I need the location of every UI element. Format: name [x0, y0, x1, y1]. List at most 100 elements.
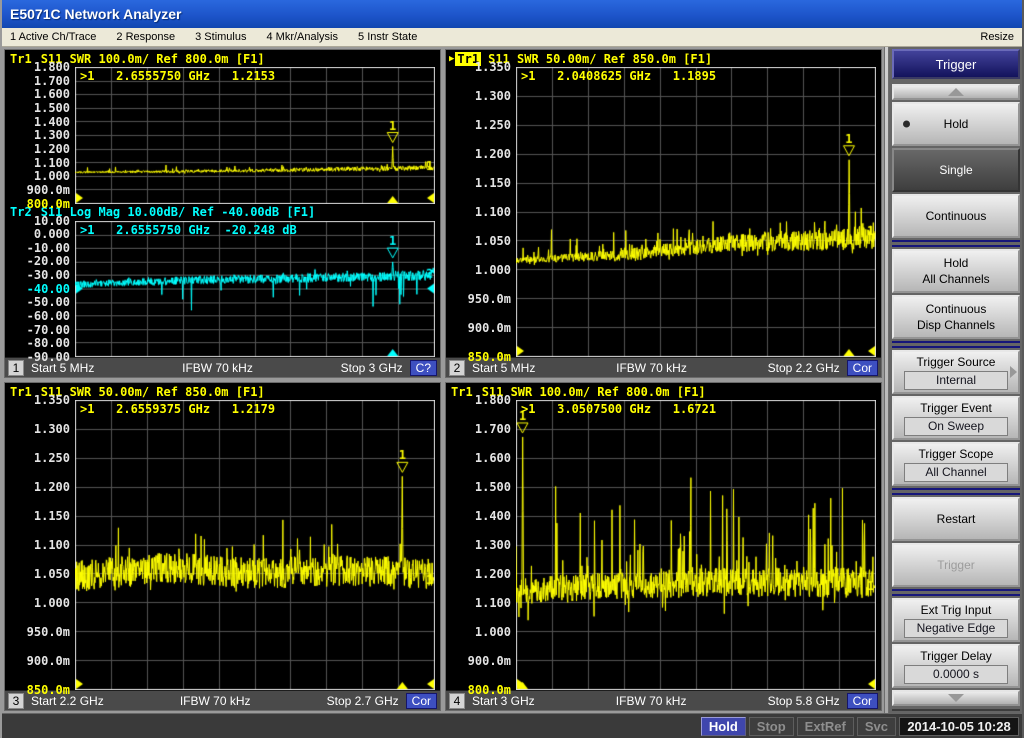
softkey-label: All Channels: [922, 271, 989, 287]
softkey-separator: [892, 341, 1020, 348]
trace-format-label: S11 SWR 100.0m/ Ref 800.0m [F1]: [41, 52, 265, 66]
menu-item-5-instr-state[interactable]: 5 Instr State: [358, 31, 417, 43]
menu-bar: 1 Active Ch/Trace 2 Response 3 Stimulus 4 M…: [2, 28, 1022, 47]
softkey-trigger-event[interactable]: Trigger EventOn Sweep: [892, 396, 1020, 440]
trace-header-tr1: Tr1 S11 SWR 100.0m/ Ref 800.0m [F1]: [5, 50, 440, 67]
softkey-label: Trigger Delay: [920, 648, 992, 664]
marker-readout: >1 2.0408625 GHz 1.1895: [521, 69, 716, 83]
trace-canvas[interactable]: [75, 221, 435, 358]
y-axis-label: 1.100: [34, 156, 70, 170]
trace-format-label: S11 SWR 50.00m/ Ref 850.0m [F1]: [488, 52, 712, 66]
softkey-continuous-disp-channels[interactable]: ContinuousDisp Channels: [892, 295, 1020, 339]
softkey-trigger-scope[interactable]: Trigger ScopeAll Channel: [892, 442, 1020, 486]
softkey-value: Internal: [904, 371, 1008, 390]
channel-status-bar: 3Start 2.2 GHzIFBW 70 kHzStop 2.7 GHzCor: [5, 690, 440, 710]
softkey-trigger: Trigger: [892, 543, 1020, 587]
menu-item-4-mkr-analysis[interactable]: 4 Mkr/Analysis: [266, 31, 338, 43]
y-axis-label: 1.000: [34, 596, 70, 610]
trace-format-label: S11 Log Mag 10.00dB/ Ref -40.00dB [F1]: [41, 205, 316, 219]
softkey-label: Trigger Event: [920, 400, 992, 416]
softkey-trigger-delay[interactable]: Trigger Delay0.0000 s: [892, 644, 1020, 688]
y-axis-label: 1.400: [475, 509, 511, 523]
trace-canvas[interactable]: [516, 67, 876, 357]
y-axis-label: 1.000: [475, 263, 511, 277]
softkey-ext-trig-input[interactable]: Ext Trig InputNegative Edge: [892, 598, 1020, 642]
cal-status-badge: Cor: [847, 693, 878, 709]
trace-format-label: S11 SWR 50.00m/ Ref 850.0m [F1]: [41, 385, 265, 399]
softkey-label: Disp Channels: [917, 317, 995, 333]
plot-area-ch1-tr1: 1.8001.7001.6001.5001.4001.3001.2001.100…: [5, 67, 440, 204]
y-axis-label: 1.250: [34, 451, 70, 465]
y-axis-label: 850.0m: [27, 683, 70, 697]
y-axis-label: 1.100: [475, 205, 511, 219]
trace-name[interactable]: Tr1: [8, 52, 34, 66]
plot-canvas-wrap: >1 2.0408625 GHz 1.1895: [516, 67, 876, 357]
plot-area-ch2-tr1: 1.3501.3001.2501.2001.1501.1001.0501.000…: [446, 67, 881, 357]
softkey-separator: [892, 240, 1020, 247]
channel-grid: Tr1S11 SWR 100.0m/ Ref 800.0m [F1]1.8001…: [2, 47, 884, 713]
analyzer-window: E5071C Network Analyzer 1 Active Ch/Trac…: [0, 0, 1024, 738]
y-axis-label: 1.600: [475, 451, 511, 465]
y-axis-label: 800.0m: [468, 683, 511, 697]
y-axis-label: 1.350: [475, 60, 511, 74]
y-axis-label: 1.100: [34, 538, 70, 552]
y-axis-label: 900.0m: [27, 654, 70, 668]
y-axis-label: 950.0m: [468, 292, 511, 306]
trace-canvas[interactable]: [516, 400, 876, 690]
scroll-up-button[interactable]: [892, 84, 1020, 100]
y-axis-label: -90.00: [27, 350, 70, 364]
y-axis-label: 900.0m: [27, 183, 70, 197]
plot-canvas-wrap: >1 2.6555750 GHz -20.248 dB: [75, 221, 435, 358]
softkey-label: Hold: [944, 116, 969, 132]
y-axis-label: 1.300: [475, 538, 511, 552]
trace-canvas[interactable]: [75, 67, 435, 204]
trace-name[interactable]: Tr1: [8, 385, 34, 399]
softkey-label: Restart: [937, 511, 976, 527]
y-axis-label: 1.350: [34, 393, 70, 407]
y-axis: 10.000.000-10.00-20.00-30.00-40.00-50.00…: [5, 221, 75, 358]
menu-item-1-active-ch-trace[interactable]: 1 Active Ch/Trace: [10, 31, 96, 43]
y-axis-label: 900.0m: [468, 654, 511, 668]
channel-status-bar: 1Start 5 MHzIFBW 70 kHzStop 3 GHzC?: [5, 357, 440, 377]
channel-number: 2: [449, 360, 465, 376]
menu-items-container: 1 Active Ch/Trace 2 Response 3 Stimulus 4 M…: [10, 31, 417, 43]
trace-header-tr1: ▶Tr1S11 SWR 50.00m/ Ref 850.0m [F1]: [446, 50, 881, 67]
trace-name[interactable]: Tr1: [449, 385, 475, 399]
scroll-down-button[interactable]: [892, 690, 1020, 706]
softkey-label: Continuous: [926, 208, 987, 224]
y-axis-label: -50.00: [27, 295, 70, 309]
softkey-single[interactable]: Single: [892, 148, 1020, 192]
menu-item-2-response[interactable]: 2 Response: [116, 31, 175, 43]
trace-format-label: S11 SWR 100.0m/ Ref 800.0m [F1]: [482, 385, 706, 399]
y-axis-label: 1.200: [34, 142, 70, 156]
softkey-menu-title: Trigger: [892, 49, 1020, 79]
channel-1: Tr1 S11 SWR 100.0m/ Ref 800.0m [F1]1.8001…: [4, 49, 441, 378]
y-axis-label: 950.0m: [27, 625, 70, 639]
cal-status-badge: C?: [410, 360, 437, 376]
plot-canvas-wrap: >1 2.6555750 GHz 1.2153: [75, 67, 435, 204]
menu-item-3-stimulus[interactable]: 3 Stimulus: [195, 31, 246, 43]
window-title: E5071C Network Analyzer: [10, 6, 181, 22]
y-axis-label: 1.400: [34, 115, 70, 129]
ifbw-label: IFBW 70 kHz: [104, 694, 327, 708]
softkey-hold-all-channels[interactable]: HoldAll Channels: [892, 249, 1020, 293]
scroll-down-icon: [948, 694, 964, 702]
softkey-trigger-source[interactable]: Trigger SourceInternal: [892, 350, 1020, 394]
plot-canvas-wrap: >1 2.6559375 GHz 1.2179: [75, 400, 435, 690]
channel-status-bar: 4Start 3 GHzIFBW 70 kHzStop 5.8 GHzCor: [446, 690, 881, 710]
y-axis: 1.3501.3001.2501.2001.1501.1001.0501.000…: [5, 400, 75, 690]
y-axis-label: 1.700: [34, 74, 70, 88]
softkey-label: Ext Trig Input: [921, 602, 992, 618]
softkey-hold[interactable]: Hold: [892, 102, 1020, 146]
softkey-restart[interactable]: Restart: [892, 497, 1020, 541]
y-axis-label: -70.00: [27, 323, 70, 337]
y-axis-label: 1.500: [34, 101, 70, 115]
softkey-separator: [892, 589, 1020, 596]
channel-number: 3: [8, 693, 24, 709]
trace-canvas[interactable]: [75, 400, 435, 690]
y-axis-label: 1.000: [34, 169, 70, 183]
softkey-continuous[interactable]: Continuous: [892, 194, 1020, 238]
ifbw-label: IFBW 70 kHz: [535, 694, 768, 708]
resize-menu-item[interactable]: Resize: [980, 31, 1014, 43]
channel-number: 1: [8, 360, 24, 376]
